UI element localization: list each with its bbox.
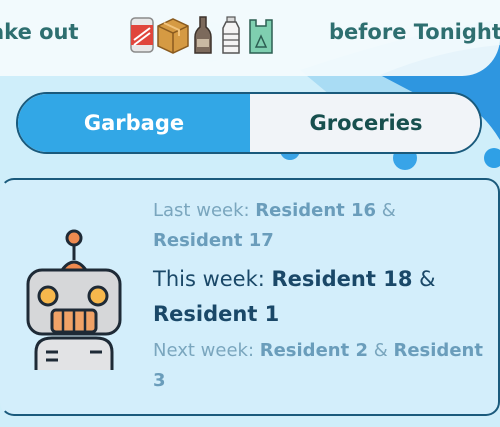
glass-bottle-icon <box>194 16 212 54</box>
announcement-banner: ake out before Tonight <box>0 0 500 76</box>
recycling-bag-icon <box>249 19 273 54</box>
recyclables-icons <box>130 16 273 54</box>
this-week-resident-1: Resident 18 <box>271 267 413 291</box>
this-week-amp: & <box>412 267 436 291</box>
plastic-bottle-icon <box>222 16 240 54</box>
category-toggle: Garbage Groceries <box>16 92 482 154</box>
this-week-resident-2: Resident 1 <box>153 302 280 326</box>
this-week-label: This week: <box>153 267 272 291</box>
next-week-amp: & <box>368 340 394 361</box>
last-week-resident-2: Resident 17 <box>153 230 274 251</box>
banner-text-left: ake out <box>0 20 79 44</box>
last-week-row: Last week: Resident 16 & Resident 17 <box>153 196 498 256</box>
last-week-amp: & <box>376 200 396 221</box>
this-week-row: This week: Resident 18 & Resident 1 <box>153 262 498 332</box>
tab-garbage[interactable]: Garbage <box>18 94 250 152</box>
tab-groceries[interactable]: Groceries <box>250 94 480 152</box>
last-week-label: Last week: <box>153 200 256 221</box>
robot-icon <box>26 229 122 370</box>
cardboard-box-icon <box>157 18 189 54</box>
next-week-label: Next week: <box>153 340 260 361</box>
banner-text-right: before Tonight <box>329 20 500 44</box>
next-week-row: Next week: Resident 2 & Resident 3 <box>153 336 498 396</box>
next-week-resident-1: Resident 2 <box>259 340 368 361</box>
soda-can-icon <box>130 17 154 53</box>
last-week-resident-1: Resident 16 <box>255 200 377 221</box>
